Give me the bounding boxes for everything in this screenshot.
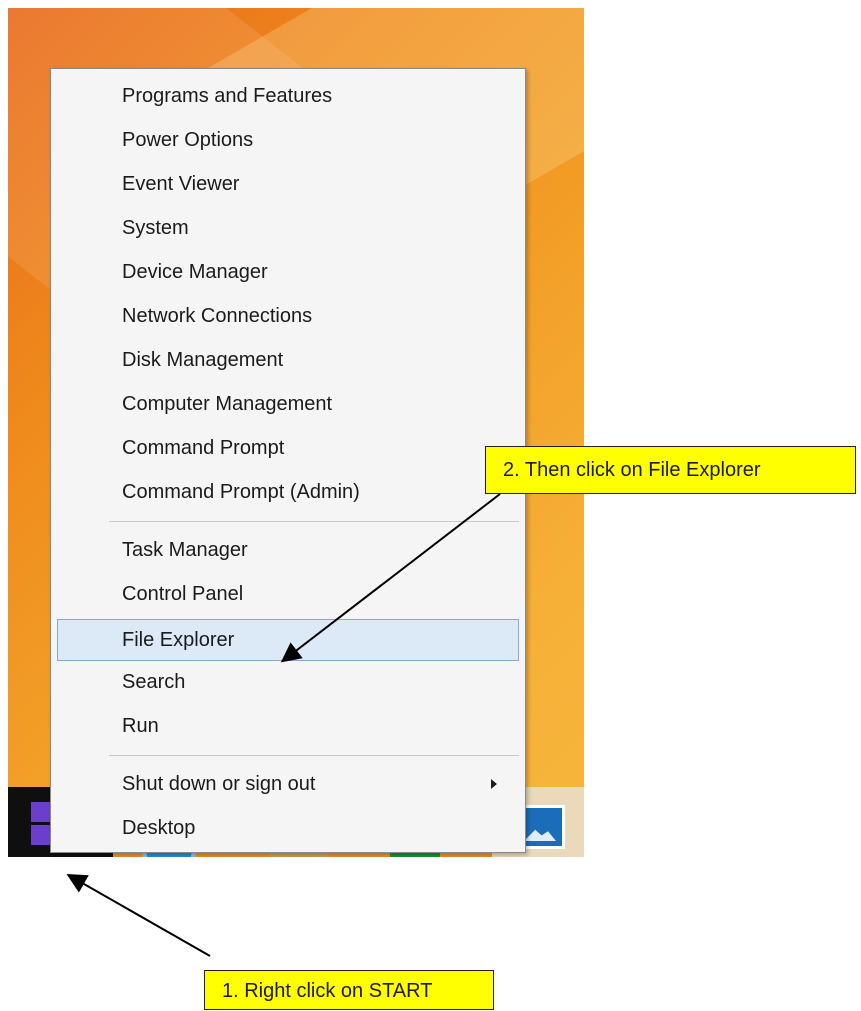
menu-item-power-options[interactable]: Power Options [57,121,519,159]
menu-item-label: Computer Management [122,393,333,415]
menu-item-label: Task Manager [122,539,248,561]
menu-item-label: File Explorer [122,629,235,651]
menu-separator [109,755,519,756]
menu-item-computer-management[interactable]: Computer Management [57,385,519,423]
menu-item-label: Command Prompt [122,437,285,459]
menu-item-label: Shut down or sign out [122,773,316,795]
menu-item-label: Desktop [122,817,196,839]
menu-item-label: Power Options [122,129,254,151]
menu-item-label: Event Viewer [122,173,240,195]
menu-item-system[interactable]: System [57,209,519,247]
menu-item-task-manager[interactable]: Task Manager [57,531,519,569]
menu-item-label: Run [122,715,159,737]
menu-item-run[interactable]: Run [57,707,519,745]
menu-item-network-connections[interactable]: Network Connections [57,297,519,335]
menu-item-label: Search [122,671,186,693]
menu-item-label: Device Manager [122,261,268,283]
menu-separator [109,521,519,522]
callout-step-2: 2. Then click on File Explorer [485,446,856,494]
menu-item-programs-and-features[interactable]: Programs and Features [57,77,519,115]
menu-item-desktop[interactable]: Desktop [57,809,519,847]
menu-item-label: Command Prompt (Admin) [122,481,360,503]
menu-item-file-explorer[interactable]: File Explorer [57,619,519,661]
menu-item-label: Programs and Features [122,85,333,107]
menu-item-control-panel[interactable]: Control Panel [57,575,519,613]
arrow-to-start [66,874,211,957]
menu-item-command-prompt[interactable]: Command Prompt [57,429,519,467]
menu-item-shut-down-or-sign-out[interactable]: Shut down or sign out [57,765,519,803]
menu-item-label: System [122,217,189,239]
menu-item-search[interactable]: Search [57,663,519,701]
callout-step-1: 1. Right click on START [204,970,494,1010]
menu-item-event-viewer[interactable]: Event Viewer [57,165,519,203]
menu-item-disk-management[interactable]: Disk Management [57,341,519,379]
menu-item-label: Control Panel [122,583,244,605]
submenu-arrow-icon [491,779,497,789]
menu-item-device-manager[interactable]: Device Manager [57,253,519,291]
menu-item-label: Network Connections [122,305,313,327]
menu-item-command-prompt-admin[interactable]: Command Prompt (Admin) [57,473,519,511]
winx-context-menu: Programs and Features Power Options Even… [50,68,526,853]
menu-item-label: Disk Management [122,349,284,371]
